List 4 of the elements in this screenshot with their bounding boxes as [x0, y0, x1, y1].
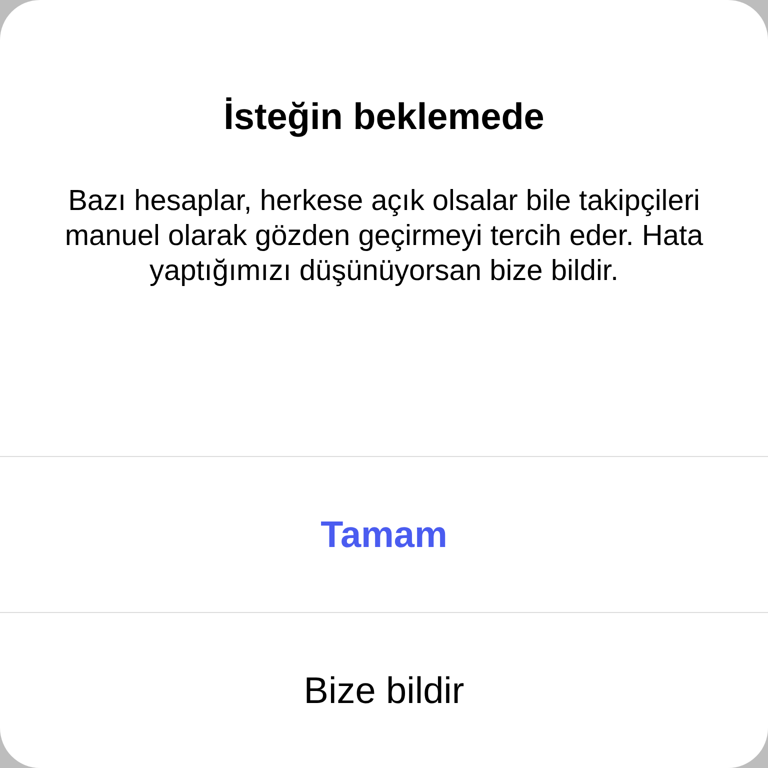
dialog-button[interactable]: Tamam [0, 457, 768, 612]
dialog-message: Bazı hesaplar, herkese açık olsalar bile takipçileri manuel olarak gözden geçirmeyi tercih eder. Hata yaptığımızı düşünüyorsan bize bildir. [64, 184, 704, 289]
dialog-button[interactable]: Bize bildir [0, 613, 768, 768]
dialog-title: İsteğin beklemede [224, 95, 544, 139]
